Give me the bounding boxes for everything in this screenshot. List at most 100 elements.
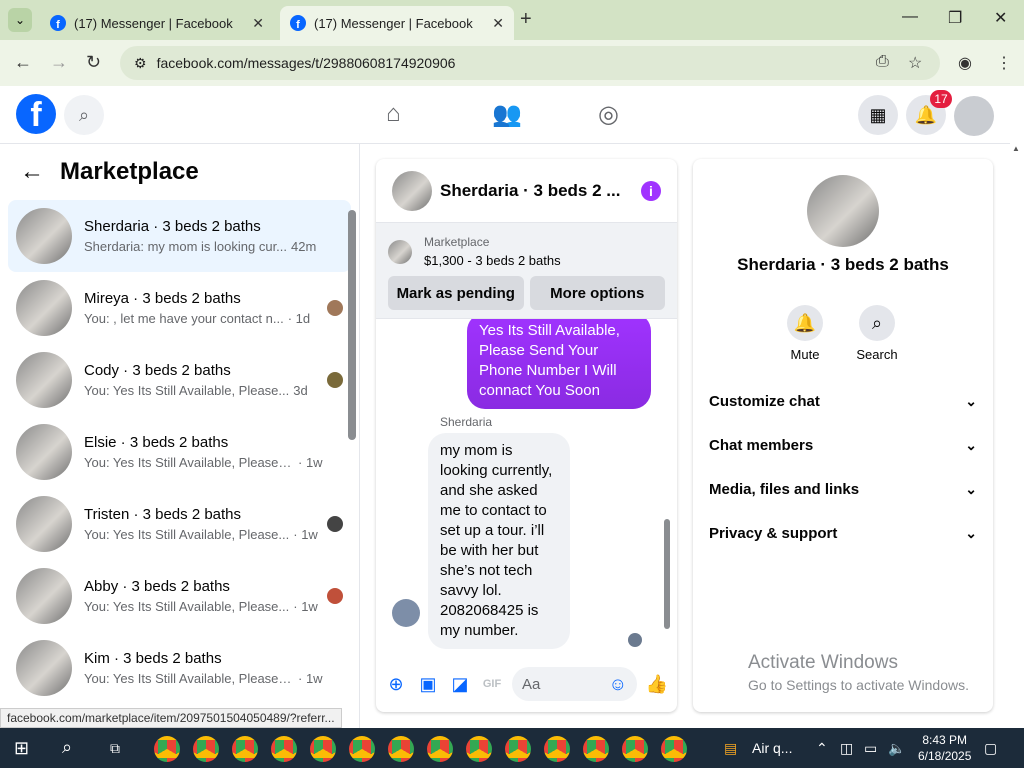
- back-arrow-icon[interactable]: ←: [20, 158, 44, 186]
- bookmark-star-icon[interactable]: ☆: [908, 53, 922, 73]
- url-text: facebook.com/messages/t/2988060817492090…: [156, 55, 456, 71]
- chat-title[interactable]: Sherdaria · 3 beds 2 ...: [440, 181, 633, 201]
- chat-scrollbar-thumb[interactable]: [664, 519, 670, 629]
- network-icon[interactable]: ▭: [864, 740, 877, 757]
- section-media-files-links[interactable]: Media, files and links ⌄: [709, 469, 977, 509]
- conversation-preview: You: , let me have your contact n...: [84, 311, 284, 326]
- friends-icon[interactable]: 👥: [492, 100, 522, 129]
- listing-price[interactable]: $1,300 - 3 beds 2 baths: [424, 253, 561, 268]
- menu-grid-icon[interactable]: ▦: [858, 95, 898, 135]
- sender-avatar[interactable]: [392, 599, 420, 627]
- system-clock[interactable]: 8:43 PM 6/18/2025: [918, 732, 971, 764]
- conversation-preview: You: Yes Its Still Available, Please Se.…: [84, 671, 294, 686]
- conversation-list-panel: ← Marketplace Sherdaria · 3 beds 2 baths…: [0, 144, 360, 728]
- close-window-button[interactable]: ✕: [994, 8, 1007, 28]
- conversation-item[interactable]: Tristen · 3 beds 2 baths You: Yes Its St…: [8, 488, 351, 560]
- camera-icon[interactable]: ◫: [840, 740, 853, 757]
- chrome-icon[interactable]: [271, 736, 297, 762]
- windows-taskbar: ⊞ ⌕ ⧉ ▤ Air q... ⌃ ◫ ▭ 🔈 8:43 PM 6/18/20…: [0, 728, 1024, 768]
- chrome-icon[interactable]: [154, 736, 180, 762]
- tab-search-button[interactable]: ⌄: [8, 8, 32, 32]
- listing-thumbnail: [16, 208, 72, 264]
- conversation-item[interactable]: Sherdaria · 3 beds 2 baths Sherdaria: my…: [8, 200, 351, 272]
- close-tab-icon[interactable]: ✕: [492, 15, 504, 32]
- mark-as-pending-button[interactable]: Mark as pending: [388, 276, 524, 310]
- chrome-icon[interactable]: [193, 736, 219, 762]
- reload-button[interactable]: ↻: [86, 52, 101, 73]
- section-label: Customize chat: [709, 392, 820, 410]
- chrome-icon[interactable]: [427, 736, 453, 762]
- tray-chevron-up-icon[interactable]: ⌃: [816, 740, 828, 757]
- browser-tab-1[interactable]: f (17) Messenger | Facebook ✕: [40, 6, 274, 40]
- search-label: Search: [856, 347, 898, 362]
- tab-title: (17) Messenger | Facebook: [74, 15, 233, 31]
- conversation-name: Sherdaria · 3 beds 2 baths: [84, 218, 261, 235]
- chrome-icon[interactable]: [661, 736, 687, 762]
- chrome-icon[interactable]: [544, 736, 570, 762]
- back-button[interactable]: ←: [14, 52, 32, 73]
- chrome-icon[interactable]: [349, 736, 375, 762]
- search-icon[interactable]: ⌕: [64, 95, 104, 135]
- menu-kebab-icon[interactable]: ⋮: [996, 53, 1012, 73]
- conversation-item[interactable]: Elsie · 3 beds 2 baths You: Yes Its Stil…: [8, 416, 351, 488]
- browser-tab-2[interactable]: f (17) Messenger | Facebook ✕: [280, 6, 514, 40]
- incoming-message: my mom is looking currently, and she ask…: [428, 433, 570, 649]
- chrome-icon[interactable]: [310, 736, 336, 762]
- forward-button[interactable]: →: [50, 52, 68, 73]
- scrollbar-thumb[interactable]: [348, 210, 356, 440]
- conversation-item[interactable]: Cody · 3 beds 2 baths You: Yes Its Still…: [8, 344, 351, 416]
- maximize-button[interactable]: ❐: [948, 8, 962, 28]
- section-chat-members[interactable]: Chat members ⌄: [709, 425, 977, 465]
- conversation-time: · 1w: [298, 455, 323, 470]
- more-options-button[interactable]: More options: [529, 276, 665, 310]
- photo-icon[interactable]: ▣: [416, 672, 440, 696]
- chrome-icon[interactable]: [232, 736, 258, 762]
- chrome-icon[interactable]: [583, 736, 609, 762]
- search-button[interactable]: ⌕ Search: [847, 305, 907, 362]
- section-privacy-support[interactable]: Privacy & support ⌄: [709, 513, 977, 553]
- conversation-item[interactable]: Mireya · 3 beds 2 baths You: , let me ha…: [8, 272, 351, 344]
- gif-icon[interactable]: GIF: [480, 672, 504, 696]
- like-thumb-icon[interactable]: 👍: [645, 672, 669, 696]
- groups-icon[interactable]: ◎: [598, 100, 619, 129]
- emoji-icon[interactable]: ☺: [609, 674, 627, 695]
- weather-label[interactable]: Air q...: [752, 740, 792, 756]
- activate-windows-watermark: Activate Windows Go to Settings to activ…: [748, 652, 969, 693]
- search-icon[interactable]: ⌕: [62, 737, 72, 758]
- listing-thumbnail[interactable]: [388, 239, 412, 264]
- section-customize-chat[interactable]: Customize chat ⌄: [709, 381, 977, 421]
- account-avatar[interactable]: [954, 96, 994, 136]
- mute-button[interactable]: 🔔 Mute: [775, 305, 835, 362]
- seen-avatar: [327, 516, 343, 532]
- message-input[interactable]: Aa ☺: [512, 667, 637, 701]
- conversation-item[interactable]: Abby · 3 beds 2 baths You: Yes Its Still…: [8, 560, 351, 632]
- chat-avatar[interactable]: [392, 170, 432, 211]
- conversation-item[interactable]: Kim · 3 beds 2 baths You: Yes Its Still …: [8, 632, 351, 704]
- page-scroll-up-arrow[interactable]: ▲: [1012, 144, 1020, 153]
- windows-start-icon[interactable]: ⊞: [14, 738, 29, 759]
- new-tab-button[interactable]: +: [520, 8, 532, 31]
- sticker-icon[interactable]: ◪: [448, 672, 472, 696]
- close-tab-icon[interactable]: ✕: [252, 15, 264, 32]
- facebook-favicon-icon: f: [50, 15, 66, 31]
- chrome-icon[interactable]: [466, 736, 492, 762]
- details-avatar[interactable]: [807, 175, 879, 247]
- profile-icon[interactable]: ◉: [958, 53, 972, 73]
- volume-icon[interactable]: 🔈: [888, 740, 905, 757]
- chrome-icon[interactable]: [505, 736, 531, 762]
- task-view-icon[interactable]: ⧉: [110, 740, 120, 757]
- listing-thumbnail: [16, 640, 72, 696]
- chrome-icon[interactable]: [622, 736, 648, 762]
- url-input[interactable]: ⚙ facebook.com/messages/t/29880608174920…: [120, 46, 940, 80]
- facebook-logo-icon[interactable]: f: [16, 94, 56, 134]
- plus-icon[interactable]: ⊕: [384, 672, 408, 696]
- minimize-button[interactable]: —: [902, 8, 918, 26]
- bell-icon: 🔔: [787, 305, 823, 341]
- air-quality-icon[interactable]: ▤: [724, 740, 737, 757]
- install-app-icon[interactable]: ⎙: [876, 53, 889, 71]
- notifications-icon[interactable]: ▢: [984, 740, 997, 757]
- home-icon[interactable]: ⌂: [386, 100, 401, 128]
- chrome-icon[interactable]: [388, 736, 414, 762]
- info-icon[interactable]: i: [641, 180, 661, 201]
- site-info-icon[interactable]: ⚙: [134, 55, 147, 72]
